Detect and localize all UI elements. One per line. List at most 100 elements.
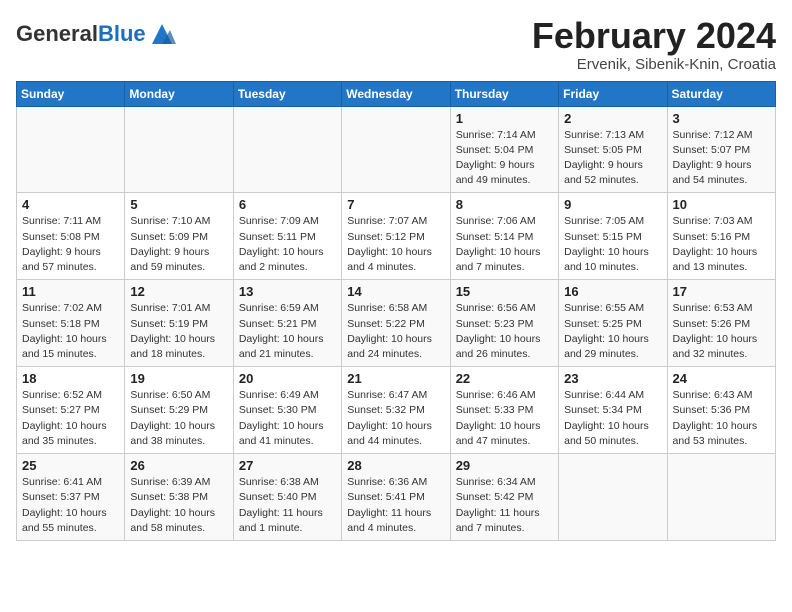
day-detail: Sunrise: 6:36 AM Sunset: 5:41 PM Dayligh… xyxy=(347,475,444,536)
title-block: February 2024 Ervenik, Sibenik-Knin, Cro… xyxy=(532,16,776,73)
calendar-cell: 24 Sunrise: 6:43 AM Sunset: 5:36 PM Dayli… xyxy=(667,367,775,454)
weekday-header: Wednesday xyxy=(342,81,450,106)
location: Ervenik, Sibenik-Knin, Croatia xyxy=(532,56,776,73)
header: GeneralBlue February 2024 Ervenik, Siben… xyxy=(16,16,776,73)
calendar-week-row: 4 Sunrise: 7:11 AM Sunset: 5:08 PM Daylig… xyxy=(17,193,776,280)
day-detail: Sunrise: 6:43 AM Sunset: 5:36 PM Dayligh… xyxy=(673,388,770,449)
calendar-cell: 20Sunrise: 6:49 AM Sunset: 5:30 PM Dayli… xyxy=(233,367,341,454)
day-detail: Sunrise: 6:50 AM Sunset: 5:29 PM Dayligh… xyxy=(130,388,227,449)
day-detail: Sunrise: 6:38 AM Sunset: 5:40 PM Dayligh… xyxy=(239,475,336,536)
weekday-header: Sunday xyxy=(17,81,125,106)
day-detail: Sunrise: 7:05 AM Sunset: 5:15 PM Dayligh… xyxy=(564,214,661,275)
calendar-cell: 11Sunrise: 7:02 AM Sunset: 5:18 PM Dayli… xyxy=(17,280,125,367)
calendar-cell: 4 Sunrise: 7:11 AM Sunset: 5:08 PM Daylig… xyxy=(17,193,125,280)
logo-icon xyxy=(148,20,176,48)
calendar-cell: 15Sunrise: 6:56 AM Sunset: 5:23 PM Dayli… xyxy=(450,280,558,367)
day-detail: Sunrise: 7:01 AM Sunset: 5:19 PM Dayligh… xyxy=(130,301,227,362)
calendar-week-row: 18 Sunrise: 6:52 AM Sunset: 5:27 PM Dayli… xyxy=(17,367,776,454)
day-number: 1 xyxy=(456,111,553,126)
calendar-week-row: 1Sunrise: 7:14 AM Sunset: 5:04 PM Daylig… xyxy=(17,106,776,193)
day-detail: Sunrise: 7:10 AM Sunset: 5:09 PM Dayligh… xyxy=(130,214,227,275)
weekday-header: Saturday xyxy=(667,81,775,106)
day-detail: Sunrise: 6:39 AM Sunset: 5:38 PM Dayligh… xyxy=(130,475,227,536)
calendar-cell: 27 Sunrise: 6:38 AM Sunset: 5:40 PM Dayli… xyxy=(233,454,341,541)
day-number: 9 xyxy=(564,197,661,212)
day-number: 27 xyxy=(239,458,336,473)
day-detail: Sunrise: 7:12 AM Sunset: 5:07 PM Dayligh… xyxy=(673,128,770,189)
day-number: 8 xyxy=(456,197,553,212)
day-detail: Sunrise: 6:56 AM Sunset: 5:23 PM Dayligh… xyxy=(456,301,553,362)
day-number: 26 xyxy=(130,458,227,473)
day-number: 24 xyxy=(673,371,770,386)
day-detail: Sunrise: 7:07 AM Sunset: 5:12 PM Dayligh… xyxy=(347,214,444,275)
calendar-cell: 17 Sunrise: 6:53 AM Sunset: 5:26 PM Dayli… xyxy=(667,280,775,367)
month-title: February 2024 xyxy=(532,16,776,56)
calendar-cell: 10 Sunrise: 7:03 AM Sunset: 5:16 PM Dayli… xyxy=(667,193,775,280)
day-number: 16 xyxy=(564,284,661,299)
day-number: 3 xyxy=(673,111,770,126)
calendar-cell: 26 Sunrise: 6:39 AM Sunset: 5:38 PM Dayli… xyxy=(125,454,233,541)
day-number: 2 xyxy=(564,111,661,126)
weekday-header: Thursday xyxy=(450,81,558,106)
day-number: 6 xyxy=(239,197,336,212)
calendar-week-row: 11Sunrise: 7:02 AM Sunset: 5:18 PM Dayli… xyxy=(17,280,776,367)
weekday-header: Monday xyxy=(125,81,233,106)
day-detail: Sunrise: 6:55 AM Sunset: 5:25 PM Dayligh… xyxy=(564,301,661,362)
day-detail: Sunrise: 6:59 AM Sunset: 5:21 PM Dayligh… xyxy=(239,301,336,362)
calendar-cell: 23 Sunrise: 6:44 AM Sunset: 5:34 PM Dayli… xyxy=(559,367,667,454)
day-detail: Sunrise: 6:34 AM Sunset: 5:42 PM Dayligh… xyxy=(456,475,553,536)
day-detail: Sunrise: 7:06 AM Sunset: 5:14 PM Dayligh… xyxy=(456,214,553,275)
calendar-cell: 18 Sunrise: 6:52 AM Sunset: 5:27 PM Dayli… xyxy=(17,367,125,454)
day-detail: Sunrise: 6:44 AM Sunset: 5:34 PM Dayligh… xyxy=(564,388,661,449)
calendar-cell: 8 Sunrise: 7:06 AM Sunset: 5:14 PM Daylig… xyxy=(450,193,558,280)
day-number: 4 xyxy=(22,197,119,212)
day-number: 10 xyxy=(673,197,770,212)
day-number: 12 xyxy=(130,284,227,299)
calendar-cell: 12 Sunrise: 7:01 AM Sunset: 5:19 PM Dayli… xyxy=(125,280,233,367)
logo: GeneralBlue xyxy=(16,20,176,48)
weekday-header: Tuesday xyxy=(233,81,341,106)
day-detail: Sunrise: 6:58 AM Sunset: 5:22 PM Dayligh… xyxy=(347,301,444,362)
day-detail: Sunrise: 7:13 AM Sunset: 5:05 PM Dayligh… xyxy=(564,128,661,189)
calendar-cell xyxy=(17,106,125,193)
calendar-cell xyxy=(342,106,450,193)
day-number: 20 xyxy=(239,371,336,386)
calendar-cell: 25 Sunrise: 6:41 AM Sunset: 5:37 PM Dayli… xyxy=(17,454,125,541)
calendar-cell: 6 Sunrise: 7:09 AM Sunset: 5:11 PM Daylig… xyxy=(233,193,341,280)
logo-general-text: General xyxy=(16,21,98,46)
calendar-cell xyxy=(667,454,775,541)
day-detail: Sunrise: 7:03 AM Sunset: 5:16 PM Dayligh… xyxy=(673,214,770,275)
day-number: 25 xyxy=(22,458,119,473)
calendar-table: SundayMondayTuesdayWednesdayThursdayFrid… xyxy=(16,81,776,541)
day-detail: Sunrise: 7:11 AM Sunset: 5:08 PM Dayligh… xyxy=(22,214,119,275)
calendar-cell xyxy=(559,454,667,541)
calendar-cell: 3 Sunrise: 7:12 AM Sunset: 5:07 PM Daylig… xyxy=(667,106,775,193)
day-detail: Sunrise: 6:47 AM Sunset: 5:32 PM Dayligh… xyxy=(347,388,444,449)
day-number: 23 xyxy=(564,371,661,386)
day-detail: Sunrise: 6:52 AM Sunset: 5:27 PM Dayligh… xyxy=(22,388,119,449)
calendar-cell: 2 Sunrise: 7:13 AM Sunset: 5:05 PM Daylig… xyxy=(559,106,667,193)
day-number: 18 xyxy=(22,371,119,386)
day-number: 17 xyxy=(673,284,770,299)
day-detail: Sunrise: 6:41 AM Sunset: 5:37 PM Dayligh… xyxy=(22,475,119,536)
calendar-cell: 1Sunrise: 7:14 AM Sunset: 5:04 PM Daylig… xyxy=(450,106,558,193)
day-number: 29 xyxy=(456,458,553,473)
day-detail: Sunrise: 7:09 AM Sunset: 5:11 PM Dayligh… xyxy=(239,214,336,275)
calendar-cell: 29 Sunrise: 6:34 AM Sunset: 5:42 PM Dayli… xyxy=(450,454,558,541)
day-number: 19 xyxy=(130,371,227,386)
calendar-cell xyxy=(125,106,233,193)
day-number: 5 xyxy=(130,197,227,212)
day-detail: Sunrise: 6:53 AM Sunset: 5:26 PM Dayligh… xyxy=(673,301,770,362)
calendar-week-row: 25 Sunrise: 6:41 AM Sunset: 5:37 PM Dayli… xyxy=(17,454,776,541)
calendar-cell xyxy=(233,106,341,193)
day-detail: Sunrise: 7:02 AM Sunset: 5:18 PM Dayligh… xyxy=(22,301,119,362)
calendar-cell: 7 Sunrise: 7:07 AM Sunset: 5:12 PM Daylig… xyxy=(342,193,450,280)
calendar-cell: 28 Sunrise: 6:36 AM Sunset: 5:41 PM Dayli… xyxy=(342,454,450,541)
calendar-cell: 13Sunrise: 6:59 AM Sunset: 5:21 PM Dayli… xyxy=(233,280,341,367)
calendar-cell: 19 Sunrise: 6:50 AM Sunset: 5:29 PM Dayli… xyxy=(125,367,233,454)
logo-blue-text: Blue xyxy=(98,21,146,46)
weekday-header-row: SundayMondayTuesdayWednesdayThursdayFrid… xyxy=(17,81,776,106)
day-number: 28 xyxy=(347,458,444,473)
weekday-header: Friday xyxy=(559,81,667,106)
day-number: 7 xyxy=(347,197,444,212)
